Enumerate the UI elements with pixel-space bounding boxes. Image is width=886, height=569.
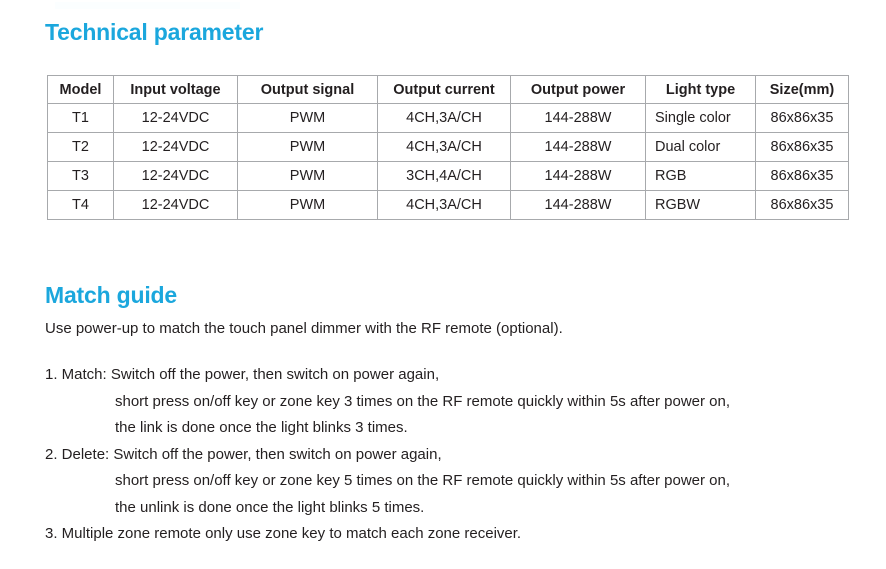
cell-model: T3 [47, 161, 114, 191]
column-header-output-power: Output power [510, 75, 646, 104]
technical-parameter-heading: Technical parameter [45, 19, 264, 45]
cell-output-current: 4CH,3A/CH [377, 103, 511, 133]
cell-output-current: 4CH,3A/CH [377, 132, 511, 162]
cell-model: T2 [47, 132, 114, 162]
cell-input-voltage: 12-24VDC [113, 161, 238, 191]
cell-input-voltage: 12-24VDC [113, 132, 238, 162]
specification-table: Model Input voltage Output signal Output… [47, 75, 849, 220]
step-main-line: 3. Multiple zone remote only use zone ke… [45, 525, 522, 542]
cell-model: T4 [47, 190, 114, 220]
step-item-multiple-zone: 3. Multiple zone remote only use zone ke… [45, 521, 865, 548]
cell-light-type: RGB [645, 161, 756, 191]
match-guide-intro: Use power-up to match the touch panel di… [45, 320, 563, 337]
step-item-match: 1. Match: Switch off the power, then swi… [45, 362, 865, 442]
column-header-light-type: Light type [645, 75, 756, 104]
cell-output-power: 144-288W [510, 161, 646, 191]
cell-output-current: 3CH,4A/CH [377, 161, 511, 191]
cell-size: 86x86x35 [755, 161, 849, 191]
step-sub-line: short press on/off key or zone key 3 tim… [115, 392, 731, 410]
cell-output-power: 144-288W [510, 190, 646, 220]
cell-input-voltage: 12-24VDC [113, 190, 238, 220]
table-row: T4 12-24VDC PWM 4CH,3A/CH 144-288W RGBW … [47, 190, 849, 220]
match-guide-heading: Match guide [45, 282, 177, 308]
step-sub-line: short press on/off key or zone key 5 tim… [115, 472, 731, 489]
step-sub-line: the unlink is done once the light blinks… [115, 498, 425, 516]
table-row: T1 12-24VDC PWM 4CH,3A/CH 144-288W Singl… [47, 103, 849, 133]
cell-input-voltage: 12-24VDC [113, 103, 238, 133]
step-main-line: 2. Delete: Switch off the power, then sw… [45, 445, 442, 463]
column-header-input-voltage: Input voltage [113, 75, 238, 104]
cell-size: 86x86x35 [755, 103, 849, 133]
match-guide-steps: 1. Match: Switch off the power, then swi… [45, 362, 865, 548]
cell-output-current: 4CH,3A/CH [377, 190, 511, 220]
cell-light-type: RGBW [645, 190, 756, 220]
cell-light-type: Dual color [645, 132, 756, 162]
cell-output-power: 144-288W [510, 103, 646, 133]
step-sub-line: the link is done once the light blinks 3… [115, 419, 408, 436]
cell-output-signal: PWM [237, 190, 378, 220]
cell-output-signal: PWM [237, 161, 378, 191]
column-header-size: Size(mm) [755, 75, 849, 104]
cell-size: 86x86x35 [755, 190, 849, 220]
cell-output-signal: PWM [237, 103, 378, 133]
datasheet-page: Technical parameter Model Input voltage … [0, 0, 886, 569]
cell-size: 86x86x35 [755, 132, 849, 162]
cell-output-signal: PWM [237, 132, 378, 162]
step-item-delete: 2. Delete: Switch off the power, then sw… [45, 442, 865, 522]
column-header-output-current: Output current [377, 75, 511, 104]
cell-light-type: Single color [645, 103, 756, 133]
table-header-row: Model Input voltage Output signal Output… [47, 75, 849, 104]
step-main-line: 1. Match: Switch off the power, then swi… [45, 366, 440, 383]
top-clipped-artifact [55, 2, 240, 9]
table-row: T3 12-24VDC PWM 3CH,4A/CH 144-288W RGB 8… [47, 161, 849, 191]
column-header-output-signal: Output signal [237, 75, 378, 104]
cell-output-power: 144-288W [510, 132, 646, 162]
table-row: T2 12-24VDC PWM 4CH,3A/CH 144-288W Dual … [47, 132, 849, 162]
cell-model: T1 [47, 103, 114, 133]
column-header-model: Model [47, 75, 114, 104]
